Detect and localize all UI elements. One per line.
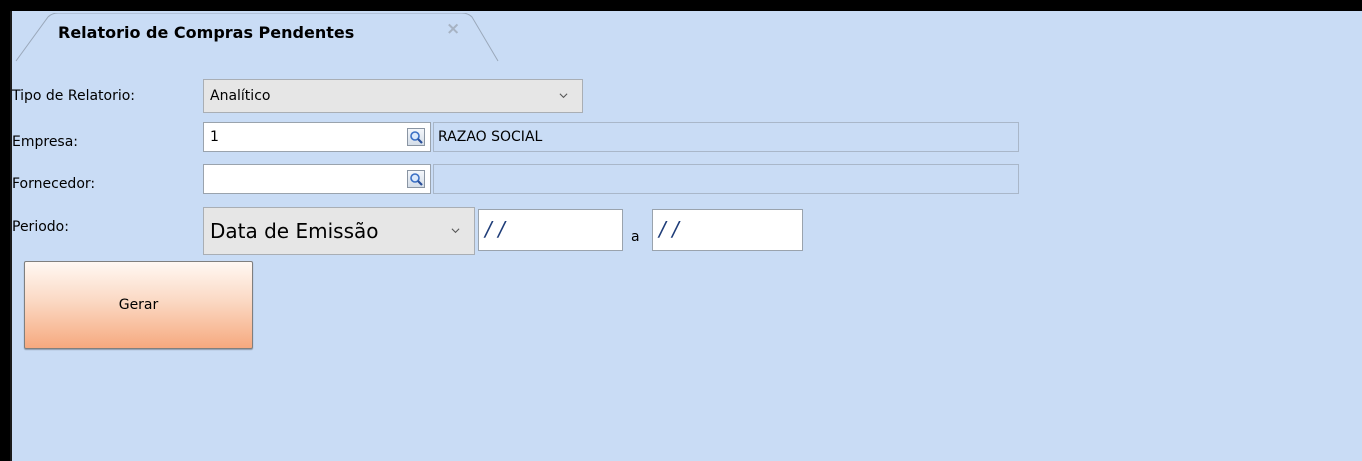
- empresa-label: Empresa:: [12, 134, 79, 150]
- chevron-down-icon: [559, 93, 568, 99]
- gerar-button-label: Gerar: [118, 297, 159, 313]
- tipo-relatorio-value: Analítico: [210, 88, 271, 104]
- tab-relatorio-compras-pendentes[interactable]: Relatorio de Compras Pendentes ×: [14, 13, 499, 62]
- date-from-field[interactable]: / /: [478, 209, 623, 251]
- search-icon[interactable]: [407, 128, 425, 146]
- date-separator: a: [631, 229, 640, 245]
- tab-title: Relatorio de Compras Pendentes: [58, 23, 355, 42]
- fornecedor-description: [433, 164, 1019, 194]
- date-to-field[interactable]: / /: [652, 209, 803, 251]
- empresa-description: RAZAO SOCIAL: [433, 122, 1019, 152]
- periodo-label: Periodo:: [12, 219, 69, 235]
- tipo-relatorio-select[interactable]: Analítico: [203, 79, 583, 113]
- close-icon[interactable]: ×: [446, 19, 460, 39]
- periodo-type-select[interactable]: Data de Emissão: [203, 207, 475, 255]
- periodo-type-value: Data de Emissão: [210, 219, 379, 243]
- empresa-code-value: 1: [210, 129, 219, 145]
- empresa-code-field[interactable]: 1: [203, 122, 431, 152]
- fornecedor-code-field[interactable]: [203, 164, 431, 194]
- gerar-button[interactable]: Gerar: [24, 261, 253, 349]
- empresa-description-value: RAZAO SOCIAL: [438, 129, 543, 145]
- date-to-value: / /: [659, 217, 679, 241]
- report-window: Relatorio de Compras Pendentes × Tipo de…: [10, 11, 1362, 461]
- fornecedor-label: Fornecedor:: [12, 176, 96, 192]
- tipo-relatorio-label: Tipo de Relatorio:: [12, 88, 136, 104]
- chevron-down-icon: [451, 228, 460, 234]
- date-from-value: / /: [485, 217, 505, 241]
- search-icon[interactable]: [407, 170, 425, 188]
